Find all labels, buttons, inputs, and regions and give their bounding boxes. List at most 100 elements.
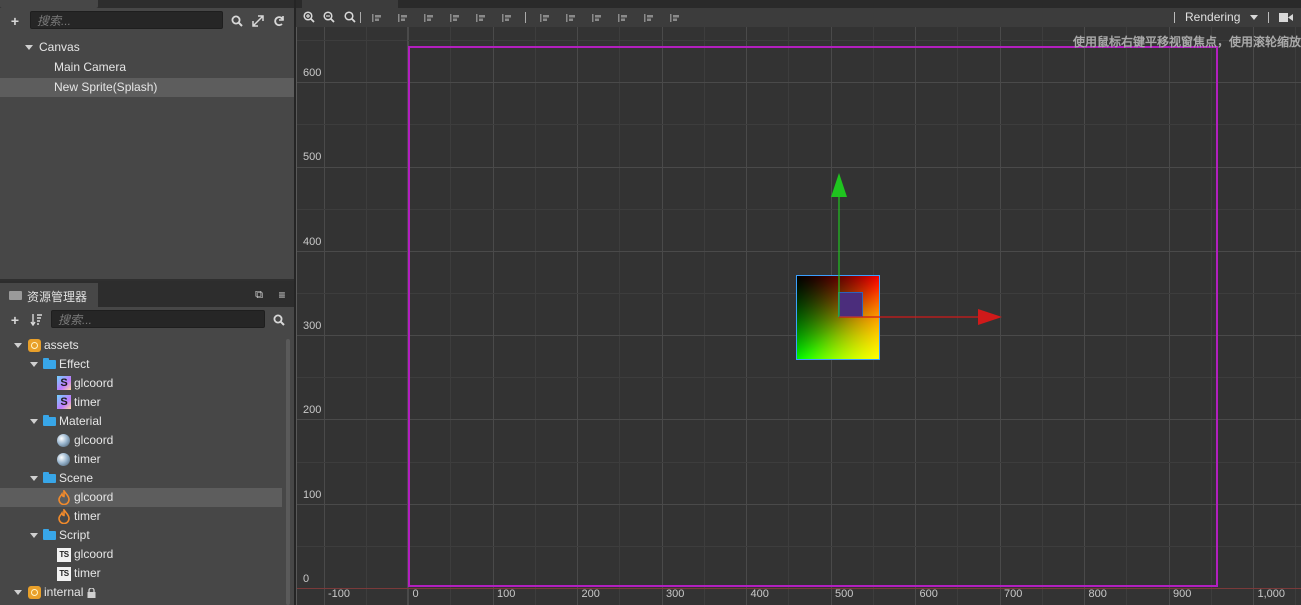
x-tick-label: 1,000 — [1257, 588, 1286, 600]
add-node-icon[interactable]: + — [8, 14, 22, 28]
y-tick-label: 100 — [303, 488, 322, 501]
scene-tab-strip — [296, 0, 1301, 8]
hierarchy-tab[interactable] — [0, 0, 98, 8]
x-axis-line — [296, 588, 1301, 589]
asset-folder-effect[interactable]: Effect — [0, 355, 294, 374]
expand-all-icon[interactable] — [251, 15, 265, 29]
assets-search-input[interactable]: 搜索... — [51, 310, 265, 328]
toolbar-separator — [525, 12, 526, 23]
y-arrow-handle — [831, 173, 847, 197]
align-icon[interactable] — [669, 12, 681, 22]
effect-icon: S — [57, 395, 71, 409]
popout-icon[interactable]: ⧉ — [252, 288, 266, 302]
hierarchy-node-new-sprite[interactable]: New Sprite(Splash) — [0, 78, 294, 97]
rendering-dropdown[interactable]: Rendering — [1185, 8, 1258, 27]
zoom-reset-icon[interactable] — [344, 11, 356, 23]
folder-icon — [43, 358, 56, 369]
camera-icon[interactable] — [1279, 12, 1293, 23]
x-tick-label: 200 — [581, 588, 600, 600]
hierarchy-node-canvas[interactable]: Canvas — [0, 38, 294, 57]
x-tick-label: -100 — [328, 588, 351, 600]
folder-icon — [43, 415, 56, 426]
expand-arrow-icon[interactable] — [30, 419, 38, 424]
asset-label: timer — [74, 509, 101, 523]
x-tick-label: 400 — [750, 588, 769, 600]
expand-arrow-icon[interactable] — [14, 343, 22, 348]
assets-title: 资源管理器 — [27, 290, 88, 304]
assets-panel: 资源管理器 ⧉ ≡ + 搜索... assets Effect S glcoor… — [0, 281, 294, 605]
align-icon[interactable] — [397, 12, 409, 22]
zoom-out-icon[interactable] — [323, 11, 335, 23]
expand-arrow-icon[interactable] — [30, 533, 38, 538]
asset-label: timer — [74, 566, 101, 580]
asset-label: glcoord — [74, 547, 114, 561]
hierarchy-tab-strip — [0, 0, 294, 8]
expand-arrow-icon[interactable] — [14, 590, 22, 595]
viewport-hint: 使用鼠标右键平移视窗焦点，使用滚轮缩放 — [1072, 35, 1301, 49]
asset-material-glcoord[interactable]: glcoord — [0, 431, 294, 450]
x-tick-label: 900 — [1173, 588, 1192, 600]
x-tick-label: 0 — [412, 588, 419, 600]
align-icon[interactable] — [475, 12, 487, 22]
asset-scene-glcoord[interactable]: glcoord — [0, 488, 282, 507]
search-icon[interactable] — [230, 15, 244, 29]
asset-material-timer[interactable]: timer — [0, 450, 294, 469]
y-tick-label: 500 — [303, 151, 322, 164]
move-gizmo[interactable] — [816, 147, 1006, 347]
folder-icon — [43, 472, 56, 483]
database-icon — [28, 339, 41, 352]
sort-icon[interactable] — [29, 313, 43, 327]
assets-toolbar: + 搜索... — [0, 307, 294, 333]
assets-tab[interactable]: 资源管理器 — [0, 283, 98, 307]
expand-arrow-icon[interactable] — [30, 362, 38, 367]
asset-effect-timer[interactable]: S timer — [0, 393, 294, 412]
zoom-in-icon[interactable] — [303, 11, 315, 23]
hierarchy-search-input[interactable]: 搜索... — [30, 11, 223, 29]
align-icon[interactable] — [643, 12, 655, 22]
asset-label: glcoord — [74, 490, 114, 504]
asset-label: glcoord — [74, 433, 114, 447]
asset-script-glcoord[interactable]: TS glcoord — [0, 545, 294, 564]
align-icon[interactable] — [501, 12, 513, 22]
expand-arrow-icon[interactable] — [30, 476, 38, 481]
align-icon[interactable] — [591, 12, 603, 22]
align-icon[interactable] — [423, 12, 435, 22]
scene-tab[interactable] — [302, 0, 398, 8]
search-icon[interactable] — [272, 314, 286, 328]
align-icon[interactable] — [565, 12, 577, 22]
asset-folder-material[interactable]: Material — [0, 412, 294, 431]
align-icon[interactable] — [539, 12, 551, 22]
add-asset-icon[interactable]: + — [8, 313, 22, 327]
asset-script-timer[interactable]: TS timer — [0, 564, 294, 583]
scene-icon — [58, 490, 70, 505]
viewport-left-edge — [296, 27, 297, 605]
asset-db-assets[interactable]: assets — [0, 336, 294, 355]
x-arrow-handle — [978, 309, 1002, 325]
asset-label: Effect — [59, 357, 90, 371]
asset-label: Script — [59, 528, 90, 542]
align-icon[interactable] — [449, 12, 461, 22]
menu-icon[interactable]: ≡ — [275, 288, 289, 302]
expand-arrow-icon[interactable] — [25, 45, 33, 50]
x-tick-label: 800 — [1088, 588, 1107, 600]
y-tick-label: 0 — [303, 572, 310, 585]
chevron-down-icon — [1249, 15, 1258, 21]
asset-scene-timer[interactable]: timer — [0, 507, 294, 526]
hierarchy-node-main-camera[interactable]: Main Camera — [0, 58, 294, 77]
y-tick-label: 400 — [303, 235, 322, 248]
scene-viewport[interactable]: 使用鼠标右键平移视窗焦点，使用滚轮缩放 600 500 400 300 200 100 0 … — [296, 27, 1301, 605]
node-label: Canvas — [39, 40, 80, 54]
x-tick-label: 700 — [1004, 588, 1023, 600]
asset-effect-glcoord[interactable]: S glcoord — [0, 374, 294, 393]
asset-folder-script[interactable]: Script — [0, 526, 294, 545]
material-icon — [57, 434, 70, 447]
asset-label: assets — [44, 338, 79, 352]
toolbar-separator — [1268, 12, 1269, 23]
align-icon[interactable] — [617, 12, 629, 22]
align-icon[interactable] — [371, 12, 383, 22]
asset-db-internal[interactable]: internal — [0, 583, 294, 602]
refresh-icon[interactable] — [272, 15, 286, 29]
asset-folder-scene[interactable]: Scene — [0, 469, 294, 488]
x-tick-label: 500 — [835, 588, 854, 600]
x-tick-label: 600 — [919, 588, 938, 600]
